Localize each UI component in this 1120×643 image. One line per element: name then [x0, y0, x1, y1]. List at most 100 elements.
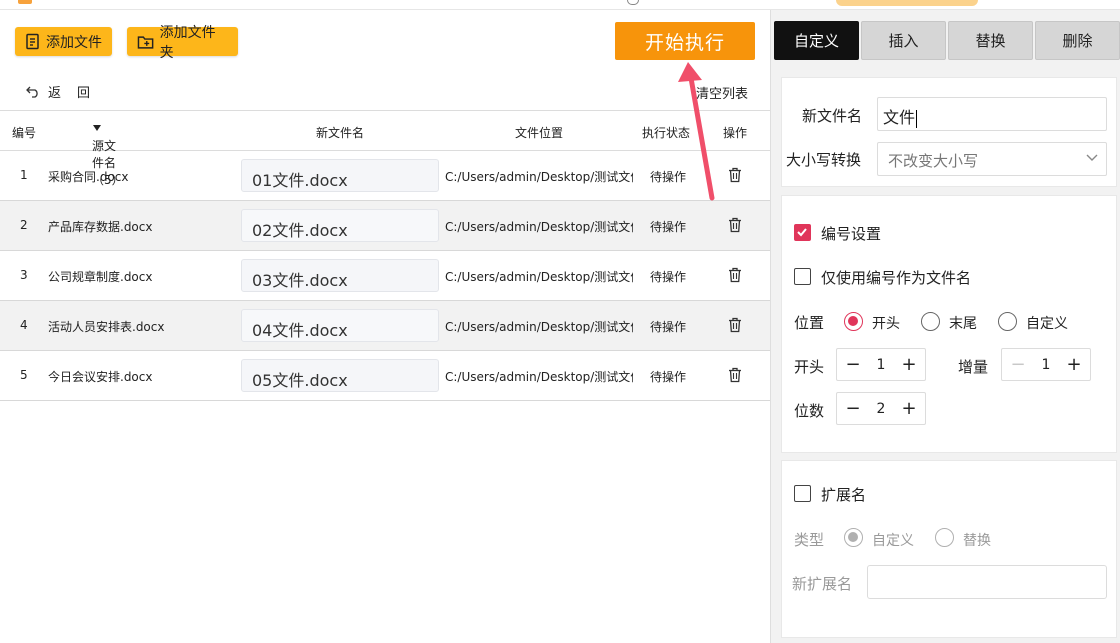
trash-icon[interactable] [728, 267, 742, 286]
trash-icon[interactable] [728, 217, 742, 236]
new-name-label: 新文件名 [802, 107, 863, 125]
table-row[interactable]: 2 产品库存数据.docx 02文件.docx C:/Users/admin/D… [0, 201, 770, 251]
tab-insert[interactable]: 插入 [861, 21, 946, 60]
name-settings-card: 新文件名 文件 大小写转换 不改变大小写 [781, 77, 1117, 187]
only-number-checkbox[interactable] [794, 268, 811, 285]
case-label: 大小写转换 [786, 151, 862, 169]
row-new-name: 05文件.docx [241, 359, 439, 392]
app-window: 添加文件 添加文件夹 开始执行 返 回 清空列表 编号 源文件名（5） 新文件名… [0, 0, 1120, 643]
position-end-label: 末尾 [949, 316, 977, 332]
increment-stepper[interactable]: − 1 + [1001, 348, 1091, 381]
back-button[interactable]: 返 回 [26, 82, 90, 101]
radio-position-start[interactable] [844, 312, 863, 331]
back-label-2: 回 [77, 86, 91, 101]
minus-icon[interactable]: − [845, 398, 861, 419]
clear-list-button[interactable]: 清空列表 [696, 83, 748, 102]
file-table: 编号 源文件名（5） 新文件名 文件位置 执行状态 操作 1 采购合同.docx… [0, 110, 770, 401]
plus-icon[interactable]: + [901, 398, 917, 419]
app-logo-icon [18, 0, 32, 4]
back-label: 返 [48, 86, 62, 101]
new-name-input[interactable]: 文件 [877, 97, 1107, 131]
trash-icon[interactable] [728, 367, 742, 386]
plus-icon[interactable]: + [901, 354, 917, 375]
add-folder-button[interactable]: 添加文件夹 [127, 25, 238, 61]
row-new-name: 01文件.docx [241, 159, 439, 192]
row-source-name: 今日会议安排.docx [48, 370, 153, 384]
numbering-checkbox[interactable] [794, 224, 811, 241]
position-label: 位置 [794, 314, 825, 332]
chevron-down-icon [1086, 154, 1098, 161]
table-row[interactable]: 1 采购合同.docx 01文件.docx C:/Users/admin/Des… [0, 151, 770, 201]
undo-icon [26, 86, 38, 98]
row-source-name: 产品库存数据.docx [48, 220, 153, 234]
file-list-area: 添加文件 添加文件夹 开始执行 返 回 清空列表 编号 源文件名（5） 新文件名… [0, 10, 770, 643]
row-index: 4 [20, 318, 28, 332]
tab-custom[interactable]: 自定义 [774, 21, 859, 60]
row-status: 待操作 [650, 220, 687, 234]
row-path: C:/Users/admin/Desktop/测试文件 [445, 320, 633, 334]
start-run-button[interactable]: 开始执行 [615, 22, 755, 60]
new-name-value: 文件 [883, 108, 916, 127]
position-start-label: 开头 [872, 316, 900, 332]
start-value: 1 [876, 356, 886, 373]
new-ext-input[interactable] [867, 565, 1107, 599]
col-path: 文件位置 [515, 126, 564, 140]
type-label: 类型 [794, 531, 825, 549]
add-folder-icon [137, 35, 154, 49]
case-select[interactable]: 不改变大小写 [877, 142, 1107, 176]
row-status: 待操作 [650, 170, 687, 184]
only-number-label: 仅使用编号作为文件名 [821, 269, 972, 287]
row-new-name: 04文件.docx [241, 309, 439, 342]
table-row[interactable]: 5 今日会议安排.docx 05文件.docx C:/Users/admin/D… [0, 351, 770, 401]
digits-label: 位数 [794, 402, 825, 420]
add-file-button[interactable]: 添加文件 [15, 27, 112, 56]
trash-icon[interactable] [728, 167, 742, 186]
table-header: 编号 源文件名（5） 新文件名 文件位置 执行状态 操作 [0, 110, 770, 187]
tab-bar: 自定义 插入 替换 删除 [774, 21, 1120, 60]
start-label: 开头 [794, 358, 825, 376]
row-path: C:/Users/admin/Desktop/测试文件 [445, 220, 633, 234]
table-row[interactable]: 4 活动人员安排表.docx 04文件.docx C:/Users/admin/… [0, 301, 770, 351]
row-source-name: 采购合同.docx [48, 170, 129, 184]
add-folder-label: 添加文件夹 [159, 24, 216, 61]
table-row[interactable]: 3 公司规章制度.docx 03文件.docx C:/Users/admin/D… [0, 251, 770, 301]
radio-position-custom[interactable] [998, 312, 1017, 331]
title-bar [0, 0, 1120, 10]
sort-down-icon [93, 125, 101, 131]
row-status: 待操作 [650, 270, 687, 284]
row-path: C:/Users/admin/Desktop/测试文件 [445, 270, 633, 284]
extension-checkbox[interactable] [794, 485, 811, 502]
row-status: 待操作 [650, 370, 687, 384]
title-bar-badge [836, 0, 978, 6]
extension-label: 扩展名 [821, 486, 867, 504]
row-index: 5 [20, 368, 28, 382]
row-new-name: 03文件.docx [241, 259, 439, 292]
tab-replace[interactable]: 替换 [948, 21, 1033, 60]
trash-icon[interactable] [728, 317, 742, 336]
plus-icon[interactable]: + [1066, 354, 1082, 375]
type-replace-label: 替换 [963, 533, 991, 549]
increment-value: 1 [1041, 356, 1051, 373]
radio-type-replace[interactable] [935, 528, 954, 547]
extension-card: 扩展名 类型 自定义 替换 新扩展名 [781, 460, 1117, 638]
digits-stepper[interactable]: − 2 + [836, 392, 926, 425]
col-status: 执行状态 [642, 126, 691, 140]
radio-type-custom[interactable] [844, 528, 863, 547]
col-src[interactable]: 源文件名（5） [92, 124, 124, 187]
globe-icon [627, 0, 639, 5]
minus-icon[interactable]: − [1010, 354, 1026, 375]
row-path: C:/Users/admin/Desktop/测试文件 [445, 370, 633, 384]
col-op: 操作 [723, 126, 748, 140]
radio-position-end[interactable] [921, 312, 940, 331]
settings-panel: 自定义 插入 替换 删除 新文件名 文件 大小写转换 不改变大小写 编号设置 仅… [770, 10, 1120, 643]
type-custom-label: 自定义 [872, 533, 914, 549]
position-custom-label: 自定义 [1026, 316, 1068, 332]
text-caret [916, 109, 918, 128]
minus-icon[interactable]: − [845, 354, 861, 375]
add-file-icon [26, 33, 39, 50]
start-stepper[interactable]: − 1 + [836, 348, 926, 381]
row-index: 2 [20, 218, 28, 232]
tab-delete[interactable]: 删除 [1035, 21, 1120, 60]
row-status: 待操作 [650, 320, 687, 334]
row-new-name: 02文件.docx [241, 209, 439, 242]
